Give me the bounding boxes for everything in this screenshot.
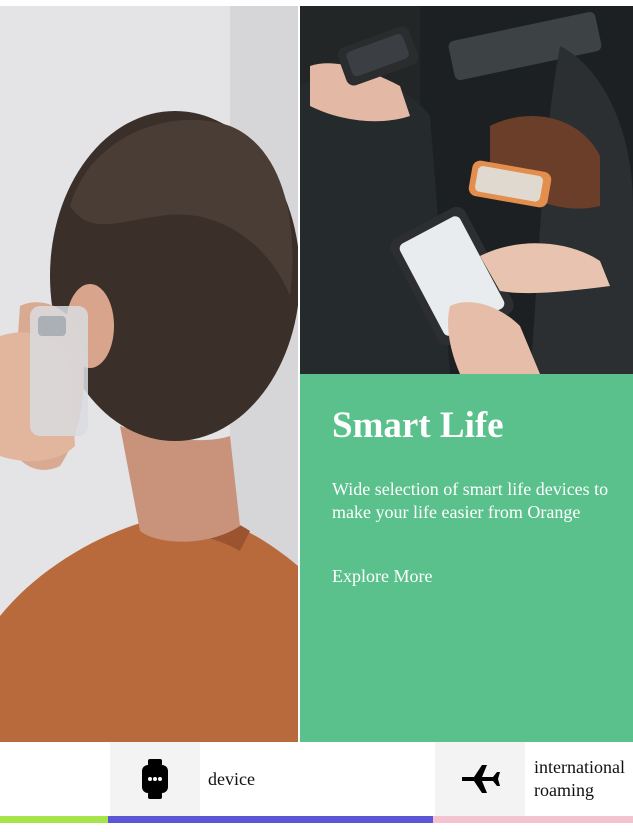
person-on-phone-photo (0, 6, 298, 742)
people-with-phones-photo (300, 6, 633, 374)
explore-more-link[interactable]: Explore More (332, 566, 432, 587)
smartwatch-icon (110, 742, 200, 816)
promo-description: Wide selection of smart life devices to … (332, 479, 609, 523)
category-bar: device international roaming (0, 742, 633, 832)
underline-segment-1 (0, 816, 108, 823)
underline-segment-2 (108, 816, 433, 823)
smart-life-promo: Smart Life Wide selection of smart life … (300, 374, 633, 742)
airplane-icon (435, 742, 525, 816)
promo-title: Smart Life (332, 405, 504, 446)
category-device[interactable]: device (0, 742, 433, 816)
category-label-device: device (208, 769, 255, 789)
category-international-roaming[interactable]: international roaming (433, 742, 633, 816)
category-label-roaming: international roaming (534, 757, 625, 800)
underline-segment-3 (433, 816, 633, 823)
